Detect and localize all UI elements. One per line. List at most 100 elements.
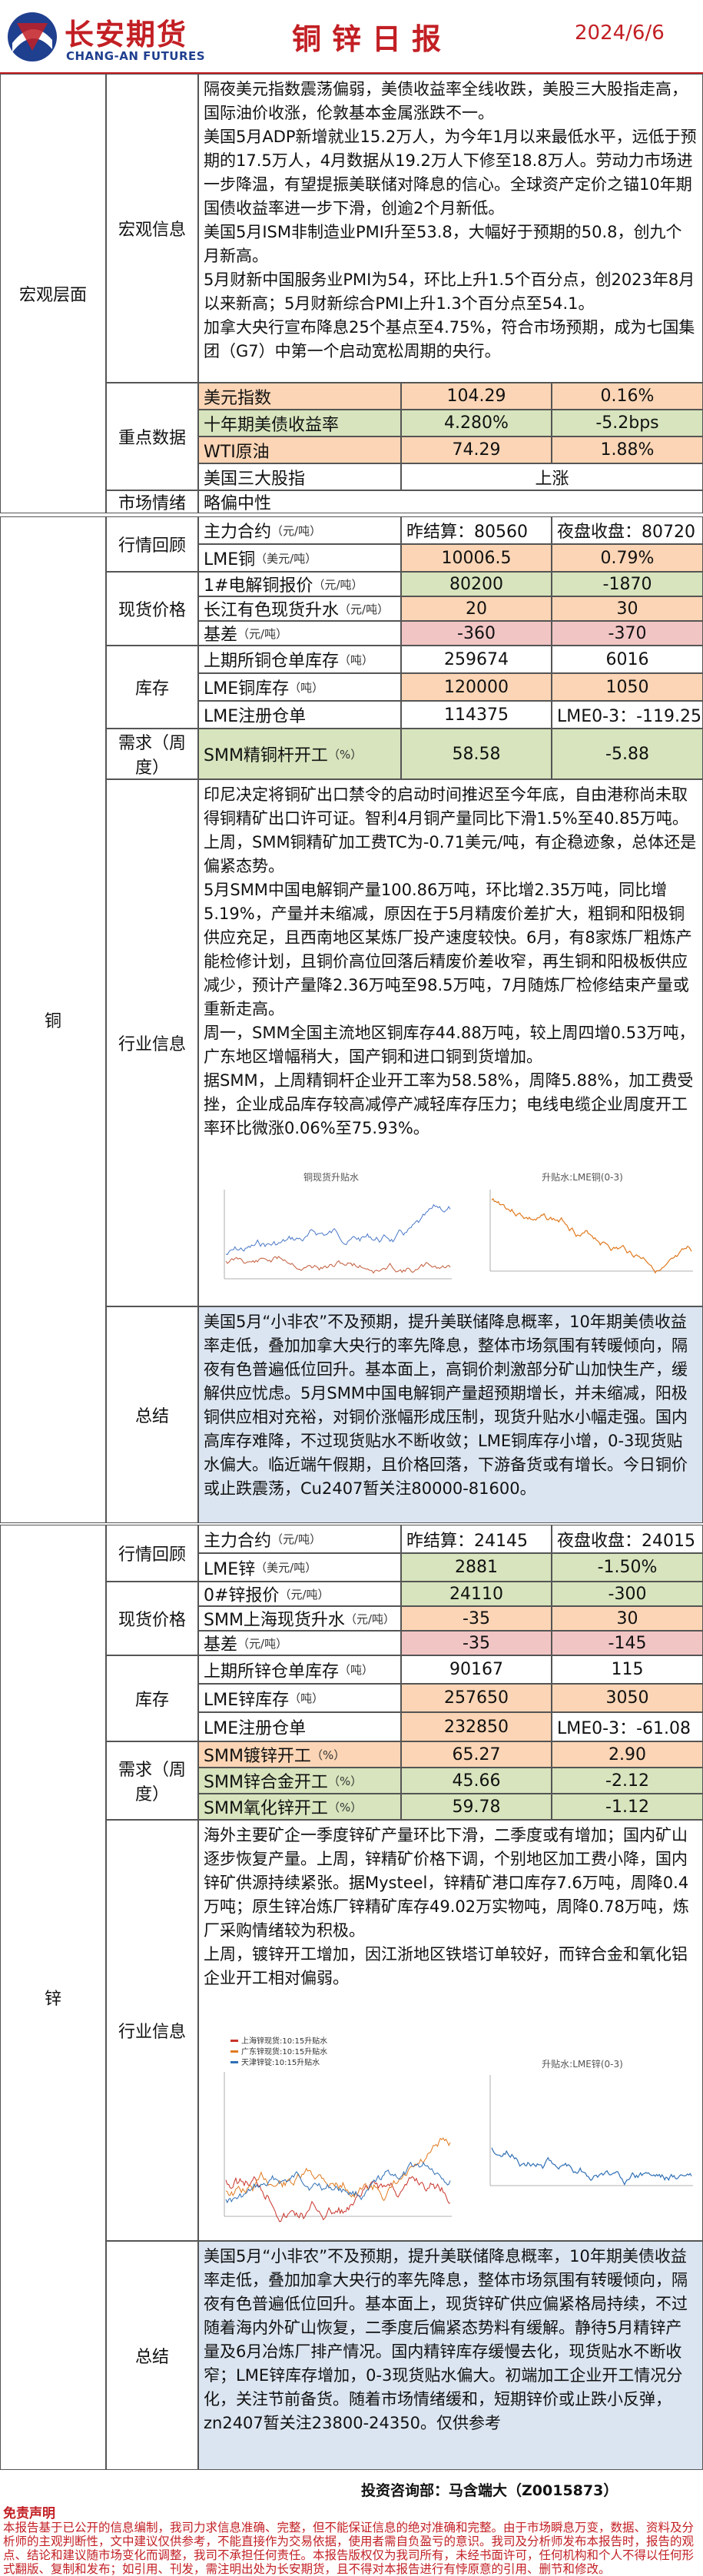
key-row-value: 104.29 <box>401 383 552 410</box>
contact-line: 投资咨询部：马含端大（Z0015873） <box>361 2482 618 2499</box>
copper-quote-row-v1: 10006.5 <box>401 544 552 572</box>
macro-section-label: 宏观层面 <box>0 74 106 513</box>
zinc-demand-row-v1: 45.66 <box>401 1768 552 1794</box>
copper-stock-row-v1: 120000 <box>401 673 552 701</box>
copper-stock-row-name: LME注册仓单 <box>198 701 401 729</box>
zinc-section-label: 锌 <box>0 1525 106 2470</box>
legend-swatch <box>230 2050 238 2053</box>
key-row-name: 美国三大股指 <box>198 463 401 490</box>
legend-entry: 天津锌锭:10:15升贴水 <box>241 2057 320 2067</box>
row-name: 基差 <box>204 626 238 645</box>
copper-quote-label: 行情回顾 <box>106 516 198 572</box>
zinc-lme-spread-chart: 升贴水:LME锌(0-3) <box>489 2059 693 2186</box>
zinc-spot-row-v2: -300 <box>552 1582 703 1606</box>
row-name: 1#电解铜报价 <box>204 576 313 596</box>
copper-stock-row-v2: LME0-3：-119.25 <box>552 701 703 729</box>
company-logo-icon <box>8 12 57 61</box>
chart-series-line <box>225 2161 451 2204</box>
macro-info-para: 美国5月ADP新增就业15.2万人，为今年1月以来最低水平，远低于预期的17.5… <box>204 128 697 217</box>
copper-spot-row-v2: 30 <box>552 596 703 621</box>
zinc-quote-row-v2: -1.50% <box>552 1553 703 1582</box>
row-name: LME铜库存 <box>204 679 290 699</box>
macro-sentiment-label: 市场情绪 <box>106 490 198 513</box>
row-name: SMM镀锌开工 <box>204 1747 311 1766</box>
logo-en-text: CHANG-AN FUTURES <box>66 49 206 63</box>
zinc-stock-row-name: LME锌库存 （吨） <box>198 1684 401 1712</box>
zinc-demand-row-name: SMM镀锌开工 （%） <box>198 1741 401 1768</box>
zinc-stock-row-name: LME注册仓单 <box>198 1712 401 1741</box>
copper-stock-row-v2: 1050 <box>552 673 703 701</box>
zinc-demand-row-v2: -1.12 <box>552 1794 703 1820</box>
zinc-spot-premium-chart: 上海锌现货:10:15升贴水 广东锌现货:10:15升贴水 天津锌锭:10:15… <box>224 2036 452 2222</box>
key-row-name: WTI原油 <box>198 437 401 463</box>
row-name: SMM精铜杆开工 <box>204 746 328 765</box>
row-unit: （元/吨） <box>237 1636 288 1651</box>
row-name: LME锌库存 <box>204 1690 290 1710</box>
zinc-spot-row-name: SMM上海现货升水 （元/吨） <box>198 1606 401 1631</box>
macro-info-label: 宏观信息 <box>106 74 198 383</box>
zinc-demand-row-v1: 65.27 <box>401 1741 552 1768</box>
copper-industry-label: 行业信息 <box>106 779 198 1306</box>
copper-stock-row-v2: 6016 <box>552 646 703 673</box>
row-unit: （吨） <box>289 1691 324 1705</box>
zinc-spot-row-name: 0#锌报价 （元/吨） <box>198 1582 401 1606</box>
row-name: SMM锌合金开工 <box>204 1773 328 1792</box>
disclaimer-title: 免责声明 <box>3 2506 55 2521</box>
disclaimer: 免责声明 本报告基于已公开的信息编制，我司力求信息准确、完整，但不能保证信息的绝… <box>0 2505 703 2576</box>
chart-series-line <box>225 1256 451 1274</box>
copper-demand-row-v2: -5.88 <box>552 729 703 779</box>
row-name: LME铜 <box>204 550 256 569</box>
row-name: 主力合约 <box>204 523 272 542</box>
copper-industry-para: 据SMM，上周精铜杆企业开工率为58.58%，周降5.88%，加工费受挫，企业成… <box>204 1071 694 1137</box>
zinc-stock-row-v2: 115 <box>552 1655 703 1684</box>
row-unit: （%） <box>327 747 363 762</box>
report-title: 铜锌日报 <box>292 22 453 56</box>
zinc-demand-row-v2: 2.90 <box>552 1741 703 1768</box>
copper-demand-label: 需求（周度） <box>106 729 198 779</box>
key-row-change: -5.2bps <box>552 410 703 437</box>
macro-info-para: 5月财新中国服务业PMI为54，环比上升1.5个百分点，创2023年8月以来新高… <box>204 271 695 313</box>
row-name: LME锌 <box>204 1559 256 1579</box>
copper-quote-row-name: LME铜 （美元/吨） <box>198 544 401 572</box>
row-unit: （元/吨） <box>237 626 288 641</box>
row-name: SMM氧化锌开工 <box>204 1799 328 1818</box>
zinc-demand-row-name: SMM锌合金开工 （%） <box>198 1768 401 1794</box>
row-unit: （元/吨） <box>339 602 390 616</box>
row-name: 上期所锌仓单库存 <box>204 1661 340 1681</box>
zinc-stock-row-v1: 232850 <box>401 1712 552 1741</box>
copper-industry-para: 5月SMM中国电解铜产量100.86万吨，环比增2.35万吨，同比增5.19%，… <box>204 881 692 1018</box>
chart-series-line <box>491 1197 692 1274</box>
zinc-spot-row-v2: -145 <box>552 1631 703 1655</box>
macro-info-para: 隔夜美元指数震荡偏弱，美债收益率全线收跌，美股三大股指走高，国际油价收涨，伦敦基… <box>204 80 688 122</box>
legend-entry: 广东锌现货:10:15升贴水 <box>241 2047 327 2056</box>
row-unit: （元/吨） <box>271 1532 322 1546</box>
row-unit: （元/吨） <box>279 1587 330 1602</box>
legend-entry: 上海锌现货:10:15升贴水 <box>241 2036 327 2046</box>
zinc-demand-label: 需求（周度） <box>106 1741 198 1820</box>
copper-spot-row-v1: -360 <box>401 621 552 646</box>
row-unit: （元/吨） <box>313 577 363 592</box>
copper-demand-row-v1: 58.58 <box>401 729 552 779</box>
zinc-spot-row-v1: -35 <box>401 1606 552 1631</box>
zinc-quote-row-v1: 2881 <box>401 1553 552 1582</box>
chart-series-line <box>225 1203 451 1256</box>
copper-industry-para: 周一，SMM全国主流地区铜库存44.88万吨，较上周四增0.53万吨，广东地区增… <box>204 1024 695 1066</box>
copper-spot-row-v2: -1870 <box>552 572 703 596</box>
daily-report-page: 长安期货 CHANG-AN FUTURES 铜锌日报 2024/6/6 宏观层面… <box>0 0 703 2576</box>
row-name: SMM上海现货升水 <box>204 1611 345 1630</box>
row-unit: （%） <box>310 1748 346 1762</box>
zinc-summary-text: 美国5月“小非农”不及预期，提升美联储降息概率，10年期美债收益率走低，叠加加拿… <box>198 2241 703 2470</box>
chart-series-line <box>225 2137 451 2202</box>
zinc-demand-row-v2: -2.12 <box>552 1768 703 1794</box>
chart-title: 升贴水:LME铜(0-3) <box>542 1171 623 1183</box>
copper-spot-row-v2: -370 <box>552 621 703 646</box>
zinc-quote-row-name: LME锌 （美元/吨） <box>198 1553 401 1582</box>
copper-spot-row-name: 长江有色现货升水 （元/吨） <box>198 596 401 621</box>
copper-quote-row-v1: 昨结算：80560 <box>401 516 552 544</box>
copper-spot-row-name: 1#电解铜报价 （元/吨） <box>198 572 401 596</box>
zinc-stock-label: 库存 <box>106 1655 198 1741</box>
row-name: 上期所铜仓单库存 <box>204 652 340 671</box>
copper-summary-label: 总结 <box>106 1306 198 1523</box>
zinc-spot-row-v1: 24110 <box>401 1582 552 1606</box>
company-logo: 长安期货 CHANG-AN FUTURES <box>5 6 205 68</box>
